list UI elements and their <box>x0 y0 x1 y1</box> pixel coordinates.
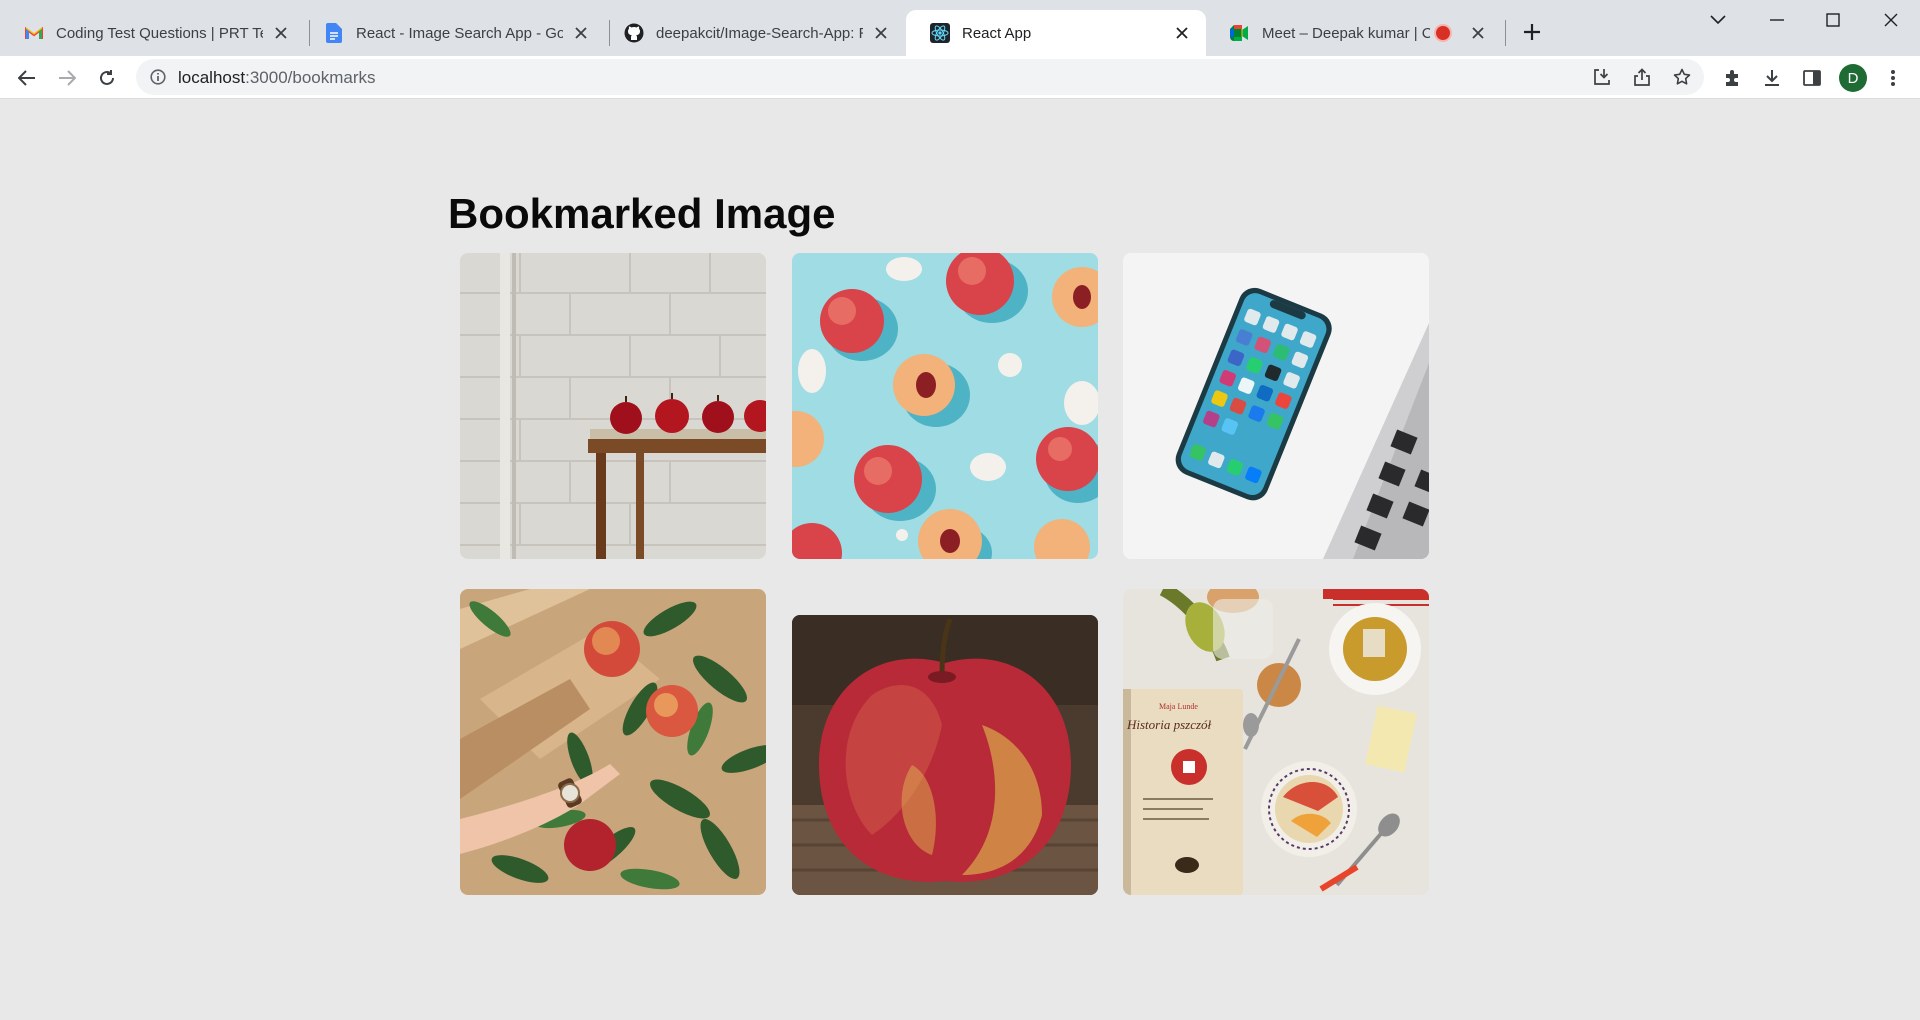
chevron-down-icon <box>1710 15 1726 25</box>
bookmarked-image[interactable] <box>460 253 766 559</box>
share-icon <box>1634 68 1650 86</box>
tab-title: Coding Test Questions | PRT Test <box>56 24 263 42</box>
tab-google-docs[interactable]: React - Image Search App - Goog <box>300 10 605 56</box>
kebab-menu-icon <box>1891 70 1895 86</box>
page-title: Bookmarked Image <box>448 190 836 237</box>
url-text: localhost:3000/bookmarks <box>178 68 376 88</box>
minimize-button[interactable] <box>1757 6 1797 34</box>
image-phone-and-laptop <box>1123 253 1429 559</box>
bookmarked-image[interactable]: Maja Lunde Historia pszczół <box>1123 589 1429 895</box>
forward-button[interactable] <box>53 64 81 92</box>
window-close-button[interactable] <box>1871 6 1911 34</box>
url-host: localhost <box>178 68 246 87</box>
reload-icon <box>100 70 114 85</box>
info-icon <box>150 69 166 85</box>
downloads-button[interactable] <box>1758 64 1786 92</box>
gmail-icon <box>24 23 44 43</box>
github-icon <box>624 23 644 43</box>
tab-title: deepakcit/Image-Search-App: Re <box>656 24 863 42</box>
bookmarked-image[interactable] <box>792 253 1098 559</box>
close-icon[interactable] <box>871 23 891 43</box>
url-path: :3000/bookmarks <box>245 68 376 87</box>
tab-title: React App <box>962 24 1032 42</box>
google-docs-icon <box>324 23 344 43</box>
tab-title: React - Image Search App - Goog <box>356 24 563 42</box>
bookmarked-image[interactable] <box>792 615 1098 895</box>
tab-strip: Coding Test Questions | PRT Test React -… <box>0 0 1920 56</box>
book-author: Maja Lunde <box>1159 702 1198 711</box>
close-icon[interactable] <box>571 23 591 43</box>
tab-google-meet[interactable]: Meet – Deepak kumar | Codi <box>1206 10 1502 56</box>
bookmark-star-button[interactable] <box>1668 63 1696 91</box>
google-meet-icon <box>1230 23 1250 43</box>
tab-github[interactable]: deepakcit/Image-Search-App: Re <box>600 10 905 56</box>
image-hand-and-apples <box>460 589 766 895</box>
maximize-button[interactable] <box>1813 6 1853 34</box>
address-bar[interactable]: localhost:3000/bookmarks <box>136 59 1704 95</box>
tab-search-button[interactable] <box>1698 6 1738 34</box>
extensions-button[interactable] <box>1718 64 1746 92</box>
plus-icon <box>1524 24 1540 40</box>
image-breakfast-flatlay: Maja Lunde Historia pszczół <box>1123 589 1429 895</box>
tab-gmail[interactable]: Coding Test Questions | PRT Test <box>0 10 305 56</box>
share-button[interactable] <box>1628 63 1656 91</box>
close-icon <box>1884 13 1898 27</box>
side-panel-icon <box>1803 70 1821 86</box>
tab-title: Meet – Deepak kumar | Codi <box>1262 24 1430 42</box>
image-peaches-on-blue <box>792 253 1098 559</box>
install-icon <box>1594 69 1610 85</box>
close-icon[interactable] <box>1468 23 1488 43</box>
install-app-button[interactable] <box>1588 63 1616 91</box>
tab-react-app[interactable]: React App <box>906 10 1206 56</box>
image-single-apple <box>792 615 1098 895</box>
arrow-right-icon <box>59 70 76 86</box>
maximize-icon <box>1826 13 1840 27</box>
puzzle-icon <box>1726 70 1738 86</box>
back-button[interactable] <box>13 64 41 92</box>
star-icon <box>1673 68 1691 85</box>
menu-button[interactable] <box>1879 64 1907 92</box>
browser-toolbar: localhost:3000/bookmarks D <box>0 56 1920 99</box>
arrow-left-icon <box>18 70 35 86</box>
close-icon[interactable] <box>1172 23 1192 43</box>
minimize-icon <box>1770 19 1784 21</box>
side-panel-button[interactable] <box>1798 64 1826 92</box>
download-icon <box>1765 70 1779 86</box>
react-icon <box>930 23 950 43</box>
bookmarked-image[interactable] <box>1123 253 1429 559</box>
recording-icon <box>1436 26 1450 40</box>
book-title: Historia pszczół <box>1126 717 1212 732</box>
reload-button[interactable] <box>93 64 121 92</box>
profile-avatar[interactable]: D <box>1839 64 1867 92</box>
tab-divider <box>1505 20 1506 46</box>
close-icon[interactable] <box>271 23 291 43</box>
bookmarked-image[interactable] <box>460 589 766 895</box>
new-tab-button[interactable] <box>1518 18 1546 46</box>
image-apples-on-table <box>460 253 766 559</box>
